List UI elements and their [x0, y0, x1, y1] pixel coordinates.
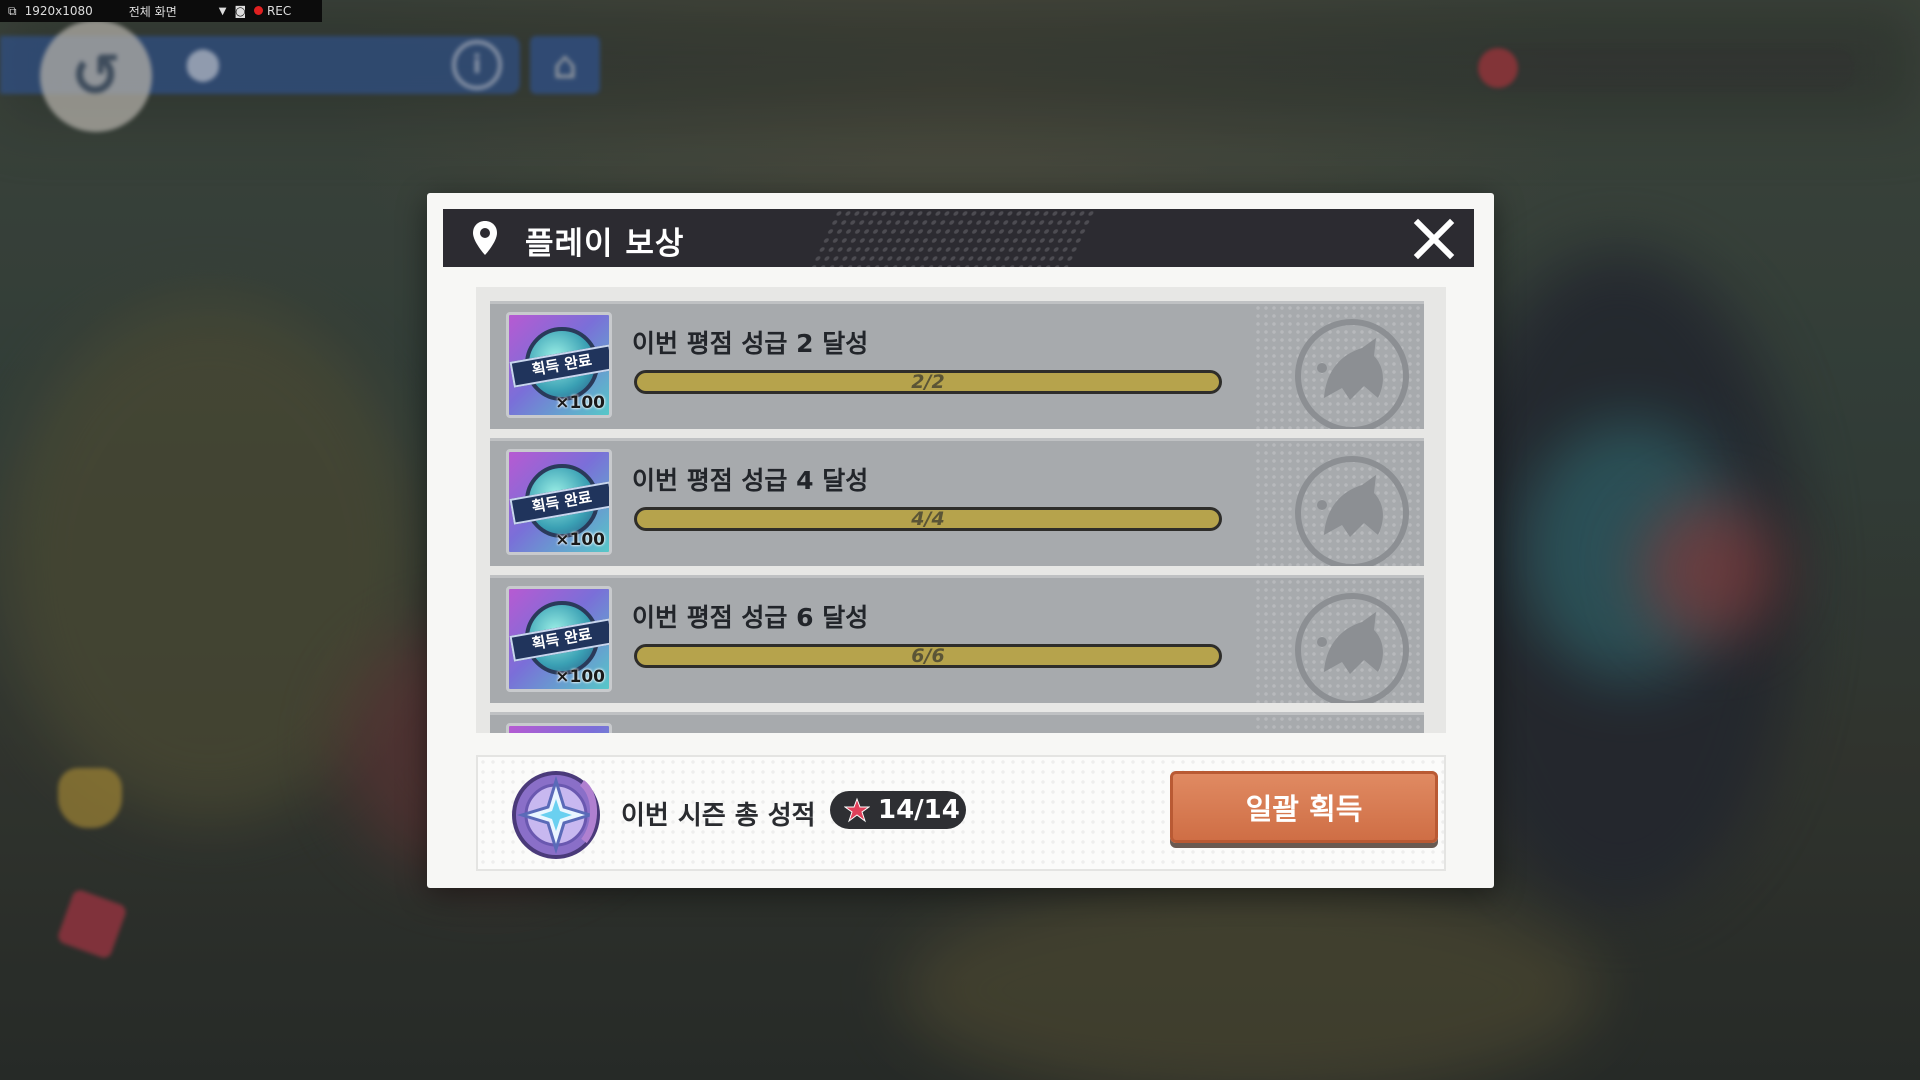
- reward-item-icon: [506, 723, 612, 733]
- claimed-stamp-icon: [1290, 588, 1414, 703]
- reward-title: 이번 평점 성급 4 달성: [632, 466, 869, 495]
- reward-row: 획득 완료 ×100 이번 평점 성급 4 달성 4/4: [490, 438, 1424, 566]
- close-icon[interactable]: [1412, 217, 1456, 261]
- progress-text: 4/4: [911, 508, 945, 530]
- reward-title: 이번 평점 성급 2 달성: [632, 329, 869, 358]
- play-reward-modal: 플레이 보상 획득 완료 ×100 이번 평점 성급 2 달성 2/2 획득 완료 ×10…: [427, 193, 1494, 888]
- claim-all-button[interactable]: 일괄 획득: [1170, 771, 1438, 843]
- reward-progress-bar: 6/6: [634, 644, 1222, 668]
- window-icon: ⧉: [8, 3, 17, 18]
- dropdown-caret-icon[interactable]: ▼: [219, 6, 227, 17]
- progress-text: 6/6: [911, 645, 945, 667]
- season-summary-bar: 이번 시즌 총 성적 14/14 일괄 획득: [476, 755, 1446, 871]
- modal-header: 플레이 보상: [443, 209, 1474, 267]
- progress-text: 2/2: [911, 371, 945, 393]
- reward-title: 이번 평점 성급 6 달성: [632, 603, 869, 632]
- camera-icon[interactable]: ◙: [234, 4, 246, 18]
- reward-item-icon: 획득 완료 ×100: [506, 312, 612, 418]
- season-score-badge: 14/14: [830, 791, 966, 829]
- reward-quantity: ×100: [555, 393, 605, 413]
- reward-row-partial: [490, 712, 1424, 733]
- reward-progress-bar: 4/4: [634, 507, 1222, 531]
- recorder-bar: ⧉ 1920x1080 전체 화면 ▼ ◙ REC: [0, 0, 322, 22]
- reward-quantity: ×100: [555, 530, 605, 550]
- modal-title: 플레이 보상: [525, 226, 685, 262]
- reward-row: 획득 완료 ×100 이번 평점 성급 2 달성 2/2: [490, 301, 1424, 429]
- claimed-stamp-icon: [1290, 314, 1414, 429]
- recorder-resolution: 1920x1080: [24, 4, 93, 18]
- reward-item-icon: 획득 완료 ×100: [506, 586, 612, 692]
- claimed-stamp-icon: [1290, 451, 1414, 566]
- rec-label[interactable]: REC: [267, 4, 291, 18]
- reward-progress-bar: 2/2: [634, 370, 1222, 394]
- reward-row: 획득 완료 ×100 이번 평점 성급 6 달성 6/6: [490, 575, 1424, 703]
- reward-quantity: ×100: [555, 667, 605, 687]
- record-dot-icon: [254, 6, 264, 15]
- reward-item-icon: 획득 완료 ×100: [506, 449, 612, 555]
- season-total-label: 이번 시즌 총 성적: [621, 801, 816, 831]
- red-star-icon: [844, 797, 870, 823]
- recorder-mode[interactable]: 전체 화면: [129, 3, 177, 20]
- season-score-value: 14/14: [878, 795, 960, 825]
- reward-list[interactable]: 획득 완료 ×100 이번 평점 성급 2 달성 2/2 획득 완료 ×100 이번 평점 …: [476, 287, 1446, 733]
- season-medal-icon: [512, 771, 600, 859]
- map-pin-icon: [473, 221, 497, 255]
